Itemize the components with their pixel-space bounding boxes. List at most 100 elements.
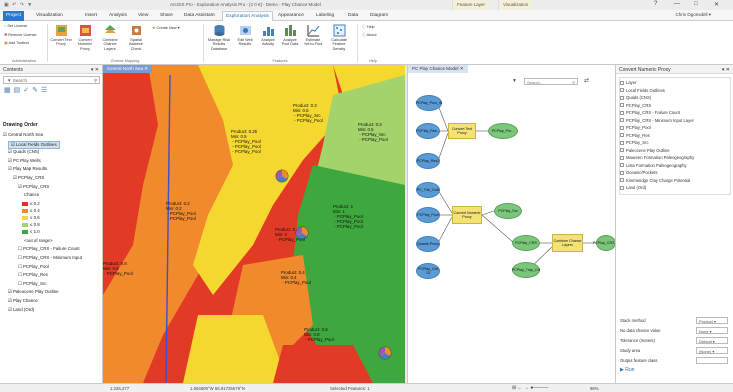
toc-layer-item[interactable]: ☑PCPlay_CRS (13, 175, 44, 181)
parameter-value-dropdown[interactable]: Product ▾ (696, 317, 728, 324)
model-tool-convert-numeric-proxy[interactable]: Convert Numeric Proxy (452, 206, 482, 224)
user-account[interactable]: Chris Ogonsdell ▾ (675, 12, 711, 18)
layer-checklist-item[interactable]: Lista Formation Paleogeography (620, 163, 687, 168)
list-by-selection-icon[interactable]: ✓ (23, 87, 32, 94)
layer-checkbox[interactable] (620, 118, 624, 123)
estimate-yet-to-find-button[interactable]: Estimate Yet-to-Find (302, 24, 324, 47)
tab-appearance[interactable]: Appearance (275, 11, 307, 21)
layer-visibility-checkbox[interactable]: ☑ (8, 307, 12, 312)
layer-visibility-checkbox[interactable]: ☑ (8, 298, 12, 303)
create-new-button[interactable]: ★ Create New ▾ (152, 25, 179, 30)
layer-checkbox[interactable] (620, 185, 624, 190)
model-node-output[interactable]: PCPlay_Pro... (488, 123, 518, 139)
model-node-input[interactable]: PCPlay_Pool (416, 207, 440, 223)
layer-checkbox[interactable] (620, 103, 624, 108)
layer-visibility-checkbox[interactable]: ☑ (8, 166, 12, 171)
layer-visibility-checkbox[interactable]: ☐ (18, 255, 22, 260)
layer-checklist-item[interactable]: Land (Ord) (620, 185, 646, 190)
toc-layer-item[interactable]: ☐PCPlay_Res (18, 272, 48, 278)
layer-visibility-checkbox[interactable]: ☐ (18, 246, 22, 251)
layer-checkbox[interactable] (620, 133, 624, 138)
selected-features-count[interactable]: Selected Features: 1 (330, 386, 370, 391)
tab-data[interactable]: Data (345, 11, 361, 21)
layer-checklist-item[interactable]: Maureen Formation Paleogeography (620, 155, 694, 160)
layer-checklist-item[interactable]: Paleocene Play Outline (620, 148, 670, 153)
layer-checklist-item[interactable]: PCPlay_CRS (620, 103, 651, 108)
tab-data-assistant[interactable]: Data Assistant (181, 11, 218, 21)
toc-layer-item[interactable]: ☑Paleocene Play Outline (8, 289, 59, 295)
set-license-button[interactable]: ○ Set License (4, 24, 27, 28)
tab-exploration-analysis[interactable]: Exploration Analysis (222, 11, 273, 21)
pane-pin-close[interactable]: ▾ ✕ (91, 67, 99, 73)
model-node-input[interactable]: PCPlay_Grd 13 (416, 263, 440, 279)
layer-checklist-item[interactable]: PCPlay_Src (620, 140, 649, 145)
layer-checklist-item[interactable]: PCPlay_Pool (620, 125, 651, 130)
model-node-input[interactable]: PCPlay_Res2 (416, 153, 440, 169)
help-icon[interactable]: ? (654, 1, 657, 7)
parameter-value-dropdown[interactable]: (None) ▾ (696, 347, 728, 354)
model-tool-combine-chance-layers[interactable]: Combine Chance Layers (552, 234, 583, 252)
layer-checkbox[interactable] (620, 155, 624, 160)
model-node-input[interactable]: Quants Proxy (416, 236, 440, 252)
tab-analysis[interactable]: Analysis (106, 11, 130, 21)
maximize-icon[interactable]: □ (694, 1, 698, 7)
toc-layer-item[interactable]: ☑Land (Ord) (8, 307, 34, 313)
spatial-balance-check-button[interactable]: Spatial Balance Check (124, 24, 148, 51)
model-node-input[interactable]: PC_Trib_Cuttt (416, 182, 440, 198)
layer-visibility-checkbox[interactable]: ☑ (11, 142, 15, 147)
layer-visibility-checkbox[interactable]: ☑ (8, 158, 12, 163)
tab-project[interactable]: Project (3, 11, 24, 21)
toc-layer-item[interactable]: ☑Play Chance (8, 298, 38, 304)
layer-visibility-checkbox[interactable]: ☐ (18, 272, 22, 277)
parameter-value-dropdown[interactable]: None ▾ (696, 327, 728, 334)
map-scale[interactable]: 1:226,277 (110, 386, 129, 391)
toc-layer-item[interactable]: ☑Central North Sea (3, 132, 43, 138)
layer-checkbox[interactable] (620, 140, 624, 145)
minimize-icon[interactable]: — (674, 1, 680, 7)
layer-visibility-checkbox[interactable]: ☐ (18, 264, 22, 269)
toc-layer-item[interactable]: Chance (23, 192, 39, 197)
list-by-source-icon[interactable]: ▤ (14, 87, 24, 94)
list-by-editing-icon[interactable]: ✎ (32, 87, 41, 94)
model-node-output[interactable]: PCPlay_CRS_C (593, 235, 619, 251)
parameter-value-dropdown[interactable]: Default ▾ (696, 337, 728, 344)
pane-pin-close[interactable]: ▾ ✕ (722, 67, 730, 73)
layer-checkbox[interactable] (620, 148, 624, 153)
pie-symbol[interactable] (378, 346, 392, 360)
toc-layer-item[interactable]: ☑PC Play Wells (8, 158, 41, 164)
toc-layer-item[interactable]: ☑Local Fields Outlines (8, 140, 60, 149)
toc-layer-item[interactable]: ☐PCPlay_Pool (18, 264, 49, 270)
layer-checkbox[interactable] (620, 80, 624, 85)
help-button[interactable]: ⓘ Help (362, 25, 375, 30)
tab-insert[interactable]: Insert (82, 11, 100, 21)
manage-risk-results-button[interactable]: Manage Risk Results Database (206, 24, 232, 51)
layer-list-header[interactable]: Layer (620, 80, 636, 85)
zoom-level[interactable]: 96% (590, 386, 599, 391)
model-node-output[interactable]: PCPlay_Src (494, 203, 522, 219)
layer-checklist-item[interactable]: PCPlay_Res (620, 133, 650, 138)
combine-chance-layers-button[interactable]: Combine Chance Layers (98, 24, 122, 51)
about-button[interactable]: ⓘ About (362, 33, 377, 38)
tab-labeling[interactable]: Labeling (313, 11, 337, 21)
layer-checkbox[interactable] (620, 163, 624, 168)
quick-access-toolbar[interactable]: ▣ ↶ ↷ ▼ (4, 2, 33, 8)
list-by-drawing-order-icon[interactable]: ▦ (4, 87, 14, 94)
toc-layer-item[interactable]: ☐PCPlay_Src (18, 281, 47, 287)
layer-visibility-checkbox[interactable]: ☑ (3, 132, 7, 137)
layer-checkbox[interactable] (620, 110, 624, 115)
toc-layer-item[interactable]: <out of range> (23, 238, 53, 243)
layer-checkbox[interactable] (620, 170, 624, 175)
edit-well-results-button[interactable]: Edit Well Results (234, 24, 256, 47)
tab-view[interactable]: View (135, 11, 151, 21)
layer-checklist-item[interactable]: Local Fields Outlines (620, 88, 665, 93)
zoom-controls[interactable]: ⊞ ← → ●——— (512, 385, 548, 391)
remove-license-button[interactable]: ✖ Remove License (4, 32, 37, 37)
run-button[interactable]: ▶ Run (620, 367, 634, 373)
pie-symbol[interactable] (275, 169, 289, 183)
parameter-value-dropdown[interactable] (696, 357, 728, 364)
layer-checklist-item[interactable]: PCPlay_CRS - Minimum Input Layer (620, 118, 694, 123)
model-builder-view[interactable]: PC Play Chance Model ✕ Search... ⚲ ▼ ⇄ P… (407, 65, 619, 383)
layer-checklist-item[interactable]: PCPlay_CRS - Failure Count (620, 110, 680, 115)
layer-checkbox[interactable] (620, 178, 624, 183)
map-view[interactable]: Central North Sea ✕ Product: 0.3 Min: 0.… (103, 65, 405, 383)
